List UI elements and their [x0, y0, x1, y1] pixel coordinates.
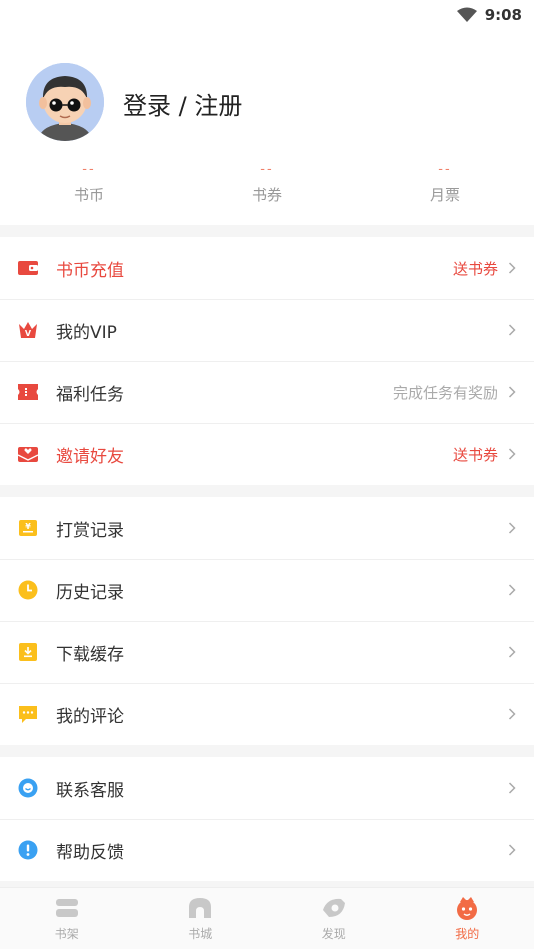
menu-label: 联系客服 — [56, 780, 124, 801]
chevron-right-icon — [508, 262, 516, 274]
tab-label: 书城 — [188, 927, 213, 941]
ticket-icon — [18, 382, 38, 402]
menu-hint: 完成任务有奖励 — [392, 383, 498, 402]
bottom-tab-bar: 书架 书城 发现 我的 — [0, 887, 534, 949]
bookstore-icon — [189, 898, 212, 918]
chevron-right-icon — [508, 844, 516, 856]
tab-label: 书架 — [54, 927, 79, 941]
menu-item-history[interactable]: 历史记录 — [0, 559, 534, 621]
stats-row: -- 书币 -- 书券 -- 月票 — [0, 162, 534, 205]
menu-label: 福利任务 — [56, 384, 124, 405]
menu-label: 书币充值 — [56, 260, 124, 281]
menu-item-tasks[interactable]: 福利任务 完成任务有奖励 — [0, 361, 534, 423]
menu-item-support[interactable]: 联系客服 — [0, 757, 534, 819]
chevron-right-icon — [508, 324, 516, 336]
stat-value: -- — [438, 162, 452, 177]
menu-hint: 送书券 — [452, 445, 498, 464]
status-time: 9:08 — [484, 6, 522, 24]
menu-label: 我的评论 — [56, 706, 124, 727]
svg-text:V: V — [25, 329, 32, 338]
avatar-illustration — [26, 63, 104, 141]
tab-label: 我的 — [455, 927, 480, 941]
chevron-right-icon — [508, 782, 516, 794]
stat-monthly-tickets[interactable]: -- 月票 — [356, 162, 534, 205]
svg-text:¥: ¥ — [25, 522, 31, 531]
menu-label: 历史记录 — [56, 582, 124, 603]
stat-value: -- — [82, 162, 96, 177]
menu-item-invite[interactable]: 邀请好友 送书券 — [0, 423, 534, 485]
clock-icon — [18, 580, 38, 600]
menu-item-downloads[interactable]: 下载缓存 — [0, 621, 534, 683]
menu-group-help: 联系客服 帮助反馈 — [0, 757, 534, 881]
chevron-right-icon — [508, 448, 516, 460]
stat-label: 月票 — [429, 186, 460, 204]
chevron-right-icon — [508, 386, 516, 398]
yuan-note-icon: ¥ — [18, 518, 38, 538]
chevron-right-icon — [508, 522, 516, 534]
menu-item-comments[interactable]: 我的评论 — [0, 683, 534, 745]
comment-icon — [18, 704, 38, 724]
menu-group-records: ¥ 打赏记录 历史记录 下载缓存 我的评论 — [0, 497, 534, 745]
menu-label: 打赏记录 — [56, 520, 124, 541]
menu-item-feedback[interactable]: 帮助反馈 — [0, 819, 534, 881]
stat-coins[interactable]: -- 书币 — [0, 162, 178, 205]
tab-label: 发现 — [321, 927, 346, 941]
status-bar: 9:08 — [0, 0, 534, 30]
menu-label: 下载缓存 — [56, 644, 124, 665]
tab-mine[interactable]: 我的 — [401, 888, 534, 949]
chevron-right-icon — [508, 708, 516, 720]
support-smile-icon — [18, 778, 38, 798]
stat-label: 书币 — [73, 186, 104, 204]
discover-icon — [322, 898, 345, 917]
envelope-heart-icon — [18, 444, 38, 464]
menu-label: 邀请好友 — [56, 446, 124, 467]
avatar[interactable] — [26, 63, 104, 141]
tab-discover[interactable]: 发现 — [267, 888, 401, 949]
menu-item-vip[interactable]: V 我的VIP — [0, 299, 534, 361]
menu-item-rewards[interactable]: ¥ 打赏记录 — [0, 497, 534, 559]
wifi-icon — [456, 7, 477, 22]
bookshelf-icon — [55, 899, 78, 917]
profile-header: 登录 / 注册 -- 书币 -- 书券 -- 月票 — [0, 30, 534, 225]
tab-bookstore[interactable]: 书城 — [134, 888, 268, 949]
chevron-right-icon — [508, 646, 516, 658]
download-icon — [18, 642, 38, 662]
mascot-face-icon — [457, 897, 478, 920]
menu-group-account: 书币充值 送书券 V 我的VIP 福利任务 完成任务有奖励 邀请好友 送书券 — [0, 237, 534, 485]
login-register-link[interactable]: 登录 / 注册 — [123, 86, 242, 121]
menu-hint: 送书券 — [452, 259, 498, 278]
exclamation-icon — [18, 840, 38, 860]
stat-value: -- — [260, 162, 274, 177]
menu-label: 我的VIP — [56, 322, 117, 343]
chevron-right-icon — [508, 584, 516, 596]
stat-vouchers[interactable]: -- 书券 — [178, 162, 356, 205]
stat-label: 书券 — [251, 186, 282, 204]
menu-item-recharge[interactable]: 书币充值 送书券 — [0, 237, 534, 299]
menu-label: 帮助反馈 — [56, 842, 124, 863]
wallet-icon — [18, 258, 38, 278]
tab-bookshelf[interactable]: 书架 — [0, 888, 134, 949]
crown-icon: V — [18, 320, 38, 340]
